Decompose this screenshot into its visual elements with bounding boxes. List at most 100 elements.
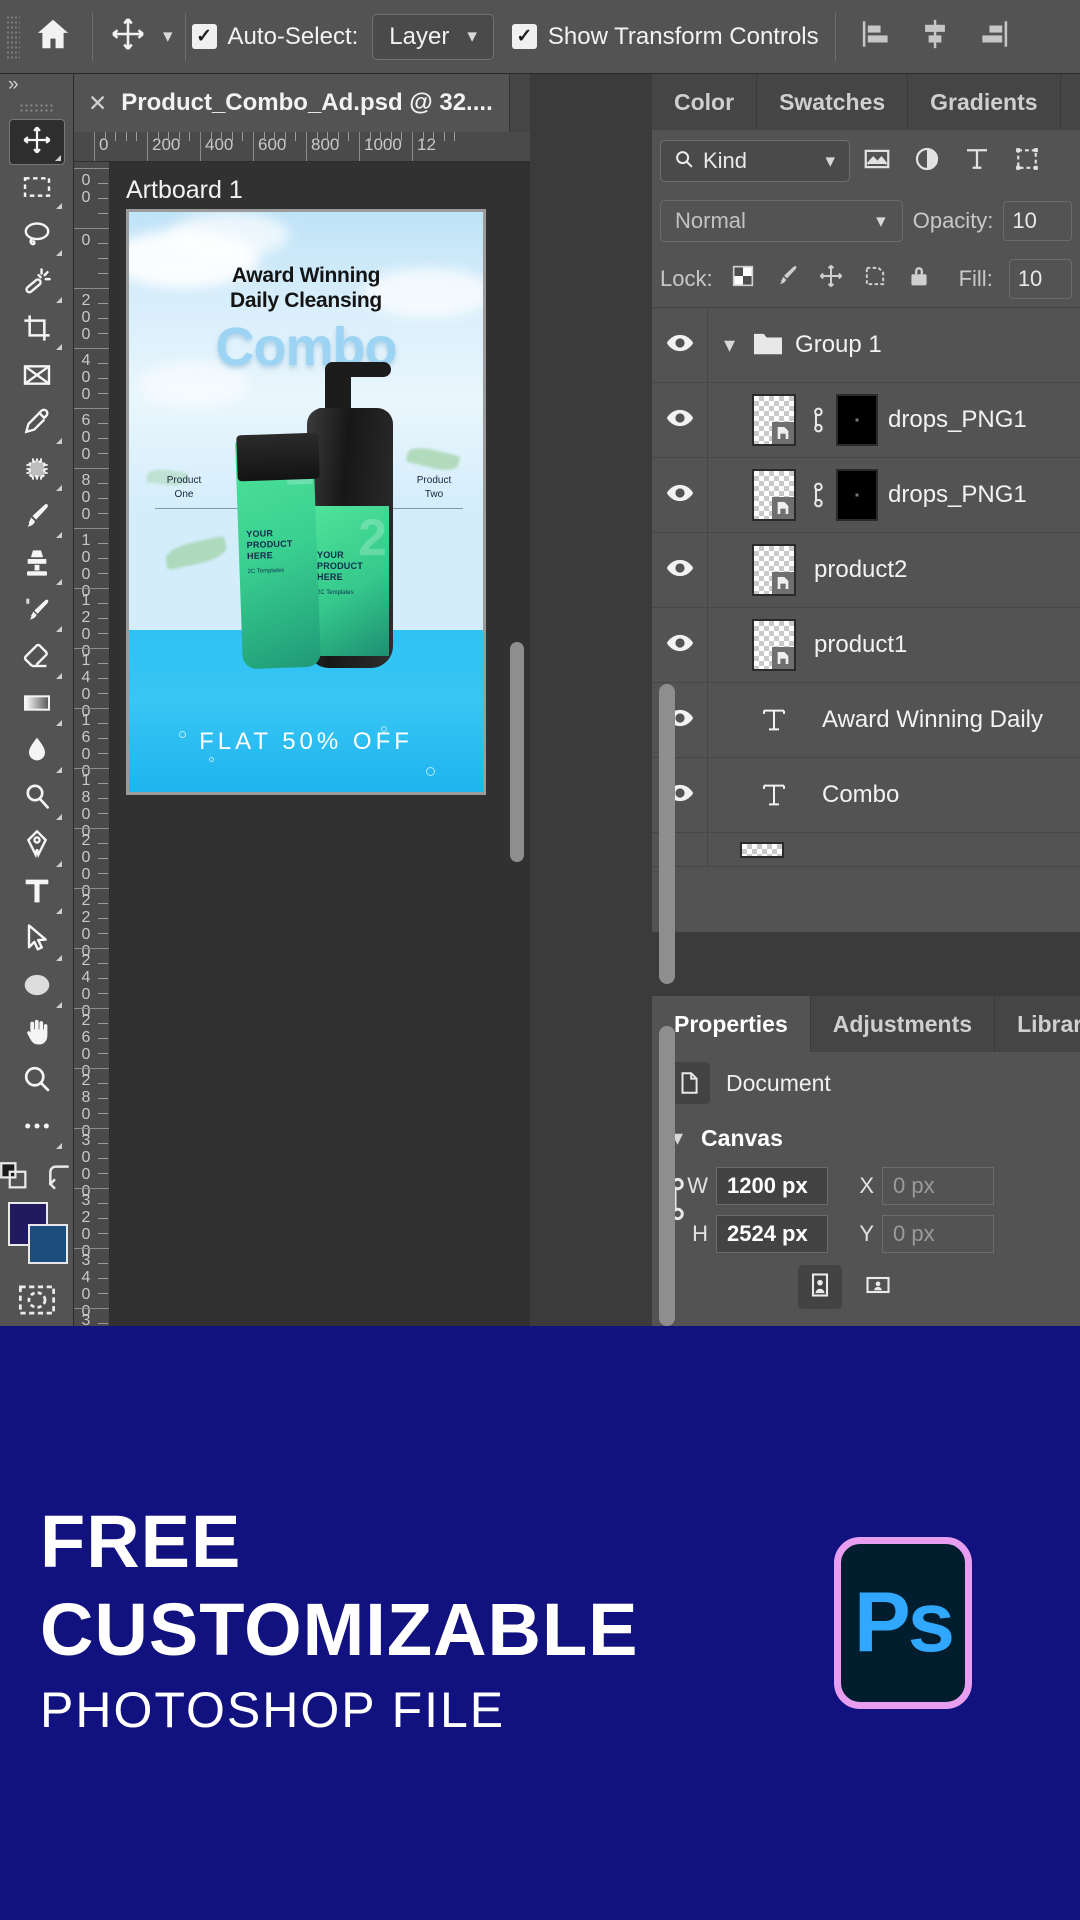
layer-visibility-toggle[interactable] (652, 383, 708, 457)
filter-shape-layers-button[interactable] (1004, 140, 1050, 182)
lock-image-pixels-icon[interactable] (773, 262, 801, 295)
landscape-orientation-button[interactable] (856, 1265, 900, 1309)
layer-row-partial[interactable] (652, 833, 1080, 867)
auto-select-checkbox[interactable]: ✓ (192, 24, 217, 49)
current-tool-button[interactable] (99, 16, 157, 57)
link-chain-icon[interactable] (806, 482, 826, 508)
table-row[interactable]: drops_PNG1 (652, 458, 1080, 533)
lock-all-icon[interactable] (905, 262, 933, 295)
tool-zoom[interactable] (9, 1059, 65, 1105)
tool-pen[interactable] (9, 824, 65, 870)
filter-image-layers-button[interactable] (854, 140, 900, 182)
tool-spot-healing-brush[interactable] (9, 448, 65, 494)
table-row[interactable]: product1 (652, 608, 1080, 683)
tab-swatches[interactable]: Swatches (757, 74, 908, 130)
canvas-vertical-scrollbar[interactable] (510, 642, 524, 862)
layers-vertical-scrollbar[interactable] (659, 684, 675, 984)
layer-content[interactable]: drops_PNG1 (708, 383, 1080, 457)
opacity-input[interactable]: 10 (1003, 201, 1072, 241)
fill-input[interactable]: 10 (1009, 259, 1072, 299)
layer-mask-thumbnail[interactable] (836, 469, 878, 521)
portrait-orientation-button[interactable] (798, 1265, 842, 1309)
layer-visibility-toggle[interactable] (652, 308, 708, 382)
layer-visibility-toggle[interactable] (652, 533, 708, 607)
tab-properties[interactable]: Properties (652, 996, 811, 1052)
close-icon[interactable]: ✕ (88, 92, 107, 115)
layer-visibility-toggle[interactable] (652, 458, 708, 532)
tool-dodge[interactable] (9, 777, 65, 823)
options-bar-grip[interactable] (6, 15, 20, 59)
layer-thumbnail[interactable] (740, 842, 784, 858)
table-row[interactable]: ▾ Group 1 (652, 308, 1080, 383)
quick-mask-swap-icon[interactable] (0, 1159, 31, 1198)
tool-crop[interactable] (9, 307, 65, 353)
lock-transparent-pixels-icon[interactable] (729, 262, 757, 295)
layer-content[interactable]: drops_PNG1 (708, 458, 1080, 532)
layer-thumbnail[interactable] (752, 619, 796, 671)
lock-artboard-nesting-icon[interactable] (861, 262, 889, 295)
table-row[interactable]: drops_PNG1 (652, 383, 1080, 458)
lock-position-icon[interactable] (817, 262, 845, 295)
quick-mask-mode-button[interactable] (16, 1279, 58, 1326)
swap-colors-icon[interactable] (45, 1160, 77, 1197)
align-right-edges-icon[interactable] (976, 17, 1010, 56)
align-vertical-centers-icon[interactable] (918, 17, 952, 56)
show-transform-controls-checkbox[interactable]: ✓ (512, 24, 537, 49)
tool-object-selection[interactable] (9, 260, 65, 306)
tab-libraries[interactable]: Librar (995, 996, 1080, 1052)
layer-content[interactable]: product2 (708, 533, 1080, 607)
tool-frame[interactable] (9, 354, 65, 400)
auto-select-scope-dropdown[interactable]: Layer ▾ (372, 14, 494, 60)
expand-toolbar-button[interactable]: » (0, 74, 73, 103)
toolbar-grip[interactable] (19, 103, 55, 114)
layer-filter-kind-dropdown[interactable]: Kind ▾ (660, 140, 850, 182)
canvas-height-input[interactable]: 2524 px (716, 1215, 828, 1253)
layer-thumbnail[interactable] (752, 394, 796, 446)
tab-gradients[interactable]: Gradients (908, 74, 1060, 130)
tool-hand[interactable] (9, 1012, 65, 1058)
filter-adjustment-layers-button[interactable] (904, 140, 950, 182)
tool-ellipse[interactable] (9, 965, 65, 1011)
blend-mode-dropdown[interactable]: Normal ▾ (660, 200, 903, 242)
canvas-section-header[interactable]: ▾ Canvas (652, 1114, 1080, 1162)
document-tab[interactable]: ✕ Product_Combo_Ad.psd @ 32.... (74, 74, 510, 132)
tool-path-selection[interactable] (9, 918, 65, 964)
background-color-swatch[interactable] (28, 1224, 68, 1264)
layer-content[interactable]: ▾ Group 1 (708, 308, 1080, 382)
tool-eraser[interactable] (9, 636, 65, 682)
tool-clone-stamp[interactable] (9, 542, 65, 588)
tool-history-brush[interactable] (9, 589, 65, 635)
tool-eyedropper[interactable] (9, 401, 65, 447)
tool-move[interactable] (9, 119, 65, 165)
properties-vertical-scrollbar[interactable] (659, 1026, 675, 1326)
tool-gradient[interactable] (9, 683, 65, 729)
tool-type[interactable] (9, 871, 65, 917)
link-chain-icon[interactable] (806, 407, 826, 433)
layer-mask-thumbnail[interactable] (836, 394, 878, 446)
canvas-width-input[interactable]: 1200 px (716, 1167, 828, 1205)
layer-content[interactable]: Award Winning Daily (708, 683, 1080, 757)
table-row[interactable]: Combo (652, 758, 1080, 833)
table-row[interactable]: Award Winning Daily (652, 683, 1080, 758)
layer-thumbnail[interactable] (752, 469, 796, 521)
layer-content[interactable]: Combo (708, 758, 1080, 832)
tool-rectangular-marquee[interactable] (9, 166, 65, 212)
layer-thumbnail[interactable] (752, 544, 796, 596)
home-button[interactable] (20, 15, 86, 58)
canvas-viewport[interactable]: Artboard 1 Award Winning Daily Cleansing… (110, 162, 530, 1326)
align-left-edges-icon[interactable] (860, 17, 894, 56)
tool-lasso[interactable] (9, 213, 65, 259)
canvas-x-input[interactable]: 0 px (882, 1167, 994, 1205)
artboard-canvas[interactable]: Award Winning Daily Cleansing Combo Prod… (126, 209, 486, 795)
chevron-down-icon[interactable]: ▾ (718, 334, 741, 356)
table-row[interactable]: product2 (652, 533, 1080, 608)
tab-adjustments[interactable]: Adjustments (811, 996, 995, 1052)
tool-brush[interactable] (9, 495, 65, 541)
tool-edit-toolbar[interactable] (9, 1106, 65, 1152)
layer-visibility-toggle[interactable] (652, 608, 708, 682)
canvas-y-input[interactable]: 0 px (882, 1215, 994, 1253)
color-swatches[interactable] (6, 1202, 68, 1261)
tab-color[interactable]: Color (652, 74, 757, 130)
tool-preset-chevron-icon[interactable]: ▾ (157, 27, 179, 46)
filter-type-layers-button[interactable] (954, 140, 1000, 182)
